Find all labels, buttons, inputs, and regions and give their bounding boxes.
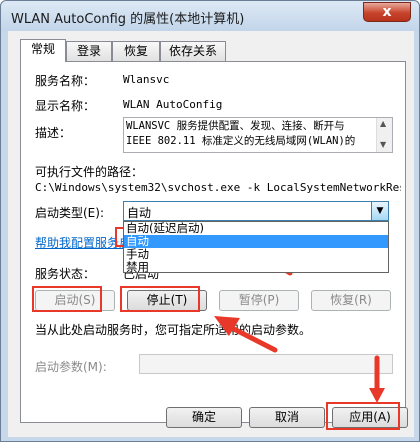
tab-general-label: 常规 — [30, 42, 55, 56]
startup-option-delayed[interactable]: 自动(延迟启动) — [124, 222, 388, 235]
startup-type-dropdown: 自动(延迟启动) 自动 手动 禁用 — [123, 221, 389, 274]
startup-option-manual[interactable]: 手动 — [124, 248, 388, 261]
tab-general[interactable]: 常规 — [20, 39, 66, 62]
arrow-icon — [369, 355, 385, 403]
startup-option-auto[interactable]: 自动 — [124, 235, 388, 248]
startup-option-disabled[interactable]: 禁用 — [124, 261, 388, 274]
arrow-icon — [214, 316, 278, 353]
